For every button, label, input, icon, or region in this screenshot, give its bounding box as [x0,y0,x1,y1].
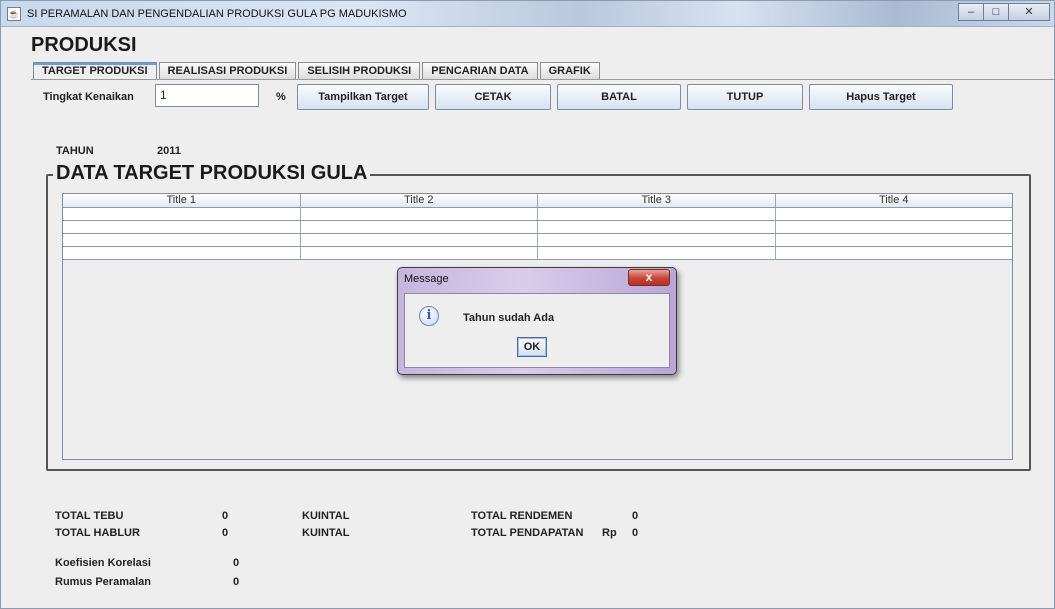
table-cell[interactable] [776,234,1013,246]
total-hablur-label: TOTAL HABLUR [55,527,140,539]
total-hablur-unit: KUINTAL [302,527,350,539]
message-dialog: Message x i Tahun sudah Ada OK [397,267,677,375]
tab-selisih-produksi[interactable]: SELISIH PRODUKSI [298,62,421,80]
tahun-value: 2011 [157,145,181,157]
tingkat-kenaikan-input[interactable]: 1 [155,84,259,107]
info-icon: i [419,306,439,326]
dialog-message: Tahun sudah Ada [463,312,555,324]
table-row[interactable] [63,247,1012,260]
tutup-button[interactable]: TUTUP [687,84,803,110]
dialog-title: Message [404,273,449,285]
close-window-button[interactable]: ✕ [1008,3,1050,21]
rumus-peramalan-value: 0 [233,576,240,588]
total-rendemen-value: 0 [632,510,639,522]
tab-bar: TARGET PRODUKSI REALISASI PRODUKSI SELIS… [33,62,602,80]
table-cell[interactable] [538,234,776,246]
title-bar[interactable]: ☕ SI PERAMALAN DAN PENGENDALIAN PRODUKSI… [1,1,1054,27]
tab-realisasi-produksi[interactable]: REALISASI PRODUKSI [158,62,297,80]
tampilkan-target-button[interactable]: Tampilkan Target [297,84,429,110]
cetak-button[interactable]: CETAK [435,84,551,110]
koefisien-korelasi-label: Koefisien Korelasi [55,557,151,569]
percent-label: % [276,91,286,103]
total-tebu-label: TOTAL TEBU [55,510,124,522]
dialog-body: i Tahun sudah Ada OK [404,293,670,368]
table-header: Title 1 Title 2 Title 3 Title 4 [63,194,1012,208]
page-title: PRODUKSI [31,34,137,56]
tab-pencarian-data[interactable]: PENCARIAN DATA [422,62,538,80]
total-pendapatan-label: TOTAL PENDAPATAN [471,527,584,539]
column-header[interactable]: Title 4 [776,194,1013,207]
koefisien-korelasi-value: 0 [233,557,240,569]
hapus-target-button[interactable]: Hapus Target [809,84,953,110]
table-cell[interactable] [301,234,538,246]
window-title: SI PERAMALAN DAN PENGENDALIAN PRODUKSI G… [27,8,407,20]
table-cell[interactable] [776,247,1013,259]
table-cell[interactable] [538,247,776,259]
group-title: DATA TARGET PRODUKSI GULA [53,162,371,185]
tahun-label: TAHUN [56,145,94,157]
table-cell[interactable] [301,221,538,233]
column-header[interactable]: Title 3 [538,194,776,207]
table-cell[interactable] [301,247,538,259]
tab-target-produksi[interactable]: TARGET PRODUKSI [33,62,157,80]
column-header[interactable]: Title 2 [301,194,538,207]
table-row[interactable] [63,208,1012,221]
table-cell[interactable] [538,208,776,220]
table-cell[interactable] [776,221,1013,233]
table-cell[interactable] [63,247,301,259]
total-pendapatan-currency: Rp [602,527,617,539]
total-hablur-value: 0 [222,527,229,539]
java-cup-icon: ☕ [7,7,21,21]
batal-button[interactable]: BATAL [557,84,681,110]
table-row[interactable] [63,221,1012,234]
table-cell[interactable] [63,208,301,220]
tingkat-kenaikan-label: Tingkat Kenaikan [43,91,134,103]
minimize-button[interactable]: – [958,3,984,21]
table-cell[interactable] [776,208,1013,220]
column-header[interactable]: Title 1 [63,194,301,207]
window-controls: – □ ✕ [958,3,1050,21]
maximize-button[interactable]: □ [983,3,1009,21]
total-tebu-value: 0 [222,510,229,522]
table-cell[interactable] [63,234,301,246]
table-cell[interactable] [538,221,776,233]
table-cell[interactable] [63,221,301,233]
total-pendapatan-value: 0 [632,527,639,539]
total-tebu-unit: KUINTAL [302,510,350,522]
table-cell[interactable] [301,208,538,220]
dialog-close-button[interactable]: x [628,269,670,286]
ok-button[interactable]: OK [517,337,547,357]
total-rendemen-label: TOTAL RENDEMEN [471,510,573,522]
table-row[interactable] [63,234,1012,247]
rumus-peramalan-label: Rumus Peramalan [55,576,151,588]
main-window: ☕ SI PERAMALAN DAN PENGENDALIAN PRODUKSI… [0,0,1055,609]
tab-grafik[interactable]: GRAFIK [539,62,600,80]
